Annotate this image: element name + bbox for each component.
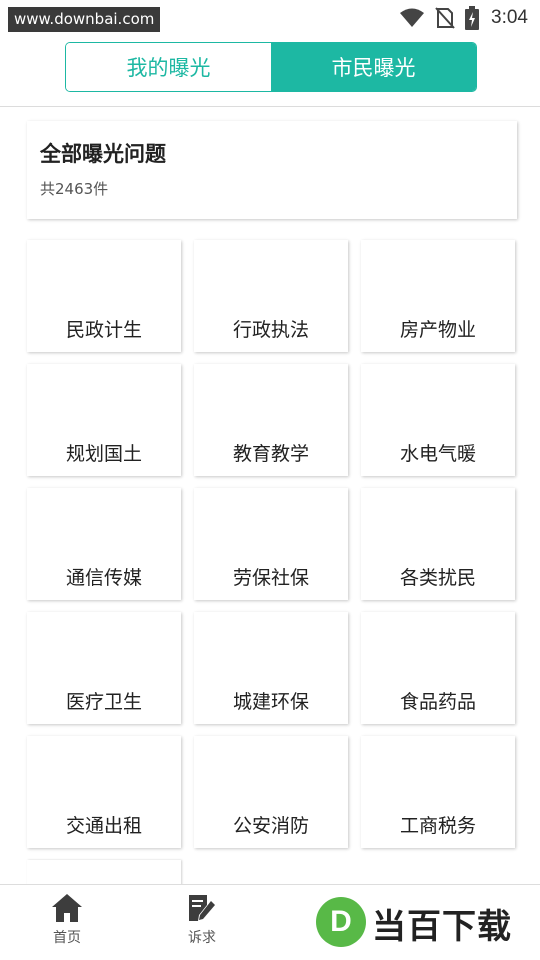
category-card[interactable]: 公安消防: [194, 736, 348, 848]
category-label: 水电气暖: [399, 443, 476, 465]
watermark-url: www.downbai.com: [8, 7, 161, 32]
status-bar: www.downbai.com 3:04: [0, 0, 540, 36]
category-card[interactable]: 教育教学: [194, 364, 348, 476]
issues-count: 共2463件: [40, 180, 109, 198]
brand-logo-icon: D: [316, 897, 366, 947]
nav-home[interactable]: 首页: [27, 893, 107, 947]
category-card[interactable]: 劳保社保: [194, 488, 348, 600]
home-icon: [52, 894, 82, 922]
category-card[interactable]: 水电气暖: [361, 364, 515, 476]
nav-complaint-label: 诉求: [188, 930, 216, 946]
category-label: 交通出租: [65, 815, 142, 837]
nav-complaint[interactable]: 诉求: [162, 893, 242, 947]
category-card[interactable]: 交通出租: [27, 736, 181, 848]
no-sim-icon: [435, 7, 455, 29]
category-label: 行政执法: [232, 319, 309, 341]
category-label: 工商税务: [399, 815, 476, 837]
category-label: 医疗卫生: [65, 691, 142, 713]
category-label: 通信传媒: [65, 567, 142, 589]
header-divider: [0, 106, 540, 107]
category-label: 民政计生: [65, 319, 142, 341]
category-card[interactable]: 行政执法: [194, 240, 348, 352]
status-icons: 3:04: [399, 5, 528, 31]
all-issues-card[interactable]: 全部曝光问题 共2463件: [27, 121, 517, 219]
tab-my-exposure[interactable]: 我的曝光: [66, 43, 271, 91]
category-label: 劳保社保: [232, 567, 309, 589]
category-card[interactable]: 通信传媒: [27, 488, 181, 600]
category-card-partial[interactable]: [27, 860, 181, 886]
category-card[interactable]: 民政计生: [27, 240, 181, 352]
category-label: 教育教学: [232, 443, 309, 465]
brand-watermark-logo: D 当百下载: [316, 893, 532, 949]
category-label: 各类扰民: [399, 567, 476, 589]
nav-home-label: 首页: [53, 930, 81, 946]
category-card[interactable]: 医疗卫生: [27, 612, 181, 724]
brand-name: 当百下载: [372, 907, 512, 947]
category-card[interactable]: 房产物业: [361, 240, 515, 352]
category-card[interactable]: 各类扰民: [361, 488, 515, 600]
category-label: 房产物业: [399, 319, 476, 341]
category-card[interactable]: 城建环保: [194, 612, 348, 724]
category-label: 公安消防: [232, 815, 309, 837]
category-card[interactable]: 食品药品: [361, 612, 515, 724]
battery-charging-icon: [465, 6, 480, 30]
exposure-segmented-control: 我的曝光 市民曝光: [65, 42, 477, 92]
category-label: 食品药品: [399, 691, 476, 713]
all-issues-title: 全部曝光问题: [40, 142, 166, 166]
clock: 3:04: [491, 7, 528, 28]
category-card[interactable]: 规划国土: [27, 364, 181, 476]
category-card[interactable]: 工商税务: [361, 736, 515, 848]
tab-citizen-exposure[interactable]: 市民曝光: [271, 43, 476, 91]
edit-document-icon: [189, 895, 215, 921]
wifi-icon: [400, 8, 425, 27]
category-label: 城建环保: [232, 691, 309, 713]
category-label: 规划国土: [65, 443, 142, 465]
